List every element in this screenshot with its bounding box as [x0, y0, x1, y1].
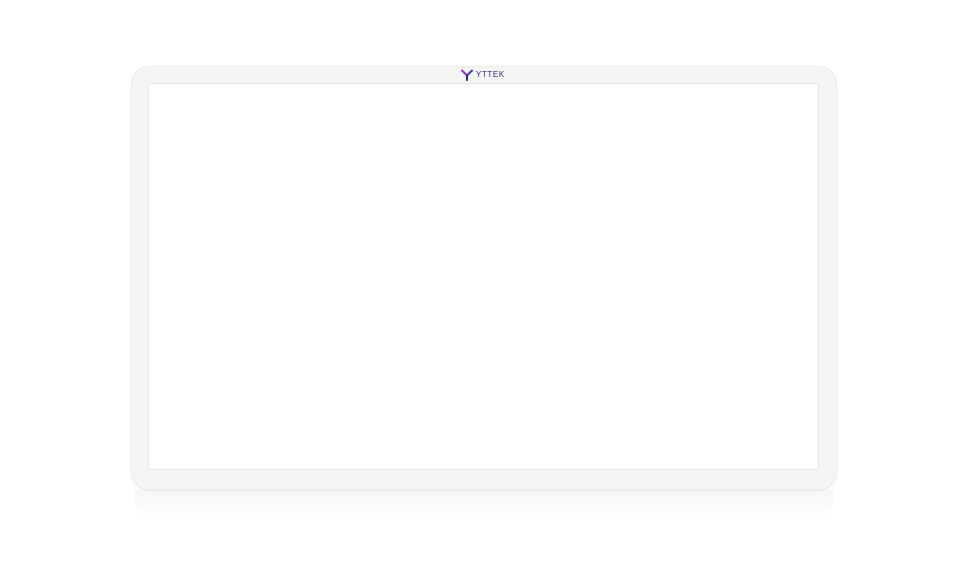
y-logo-icon	[461, 69, 473, 81]
tablet-device: YTTEK	[131, 66, 837, 490]
brand-logo: YTTEK	[461, 69, 505, 81]
tablet-screen	[148, 83, 819, 470]
product-photo: YTTEK	[0, 0, 960, 572]
device-reflection	[135, 490, 833, 518]
brand-name: YTTEK	[476, 70, 505, 79]
